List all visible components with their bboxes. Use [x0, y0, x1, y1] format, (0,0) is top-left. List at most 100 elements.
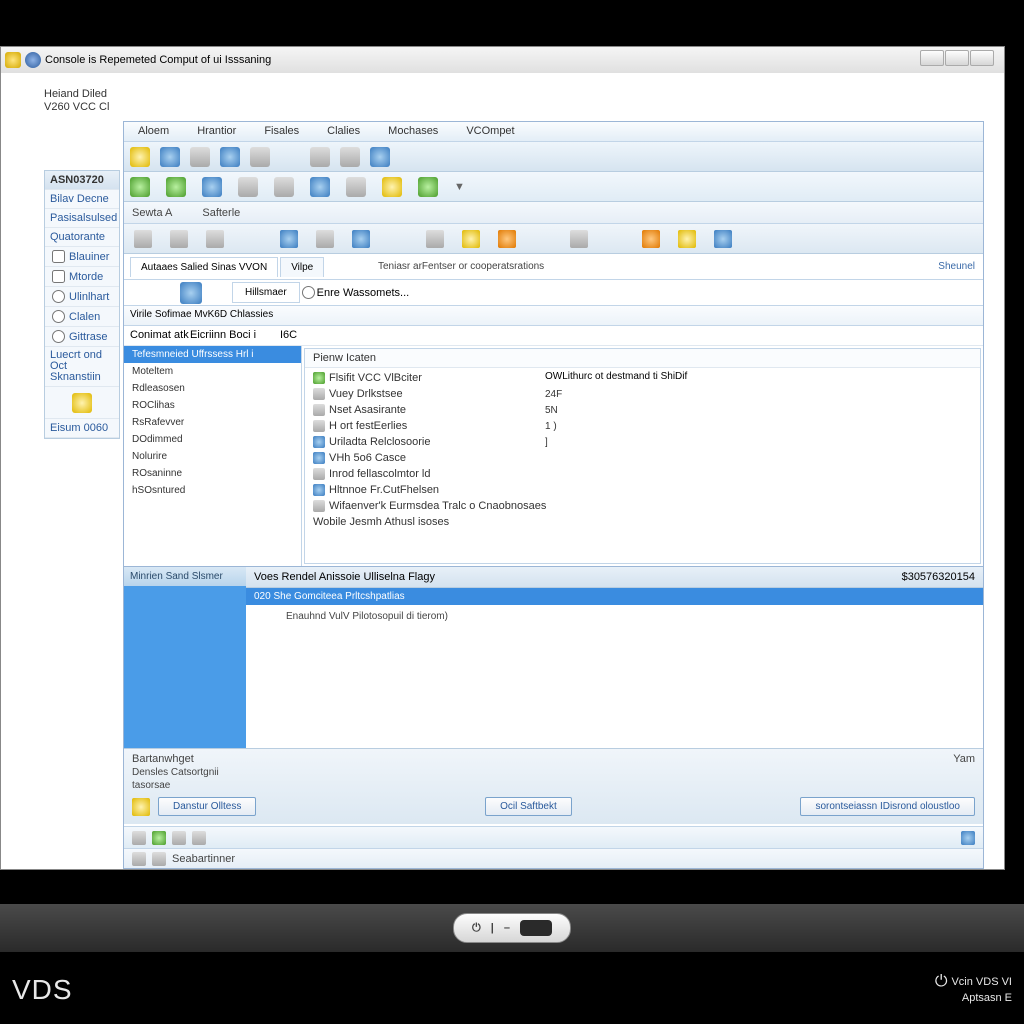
checkbox[interactable]	[52, 270, 65, 283]
prop-icon	[313, 420, 325, 432]
left-list: Tefesmneied Uffrssess Hrl i Moteltem Rdl…	[124, 346, 302, 566]
tool-icon[interactable]	[280, 230, 298, 248]
panel-footer: Eisum 0060	[45, 419, 119, 438]
subtab[interactable]: Hillsmaer	[232, 282, 300, 303]
status-icon[interactable]	[192, 831, 206, 845]
radio-label: Enre Wassomets...	[317, 287, 410, 299]
globe-icon[interactable]	[418, 177, 438, 197]
power-icon[interactable]: ⏻	[472, 922, 481, 935]
menu-item[interactable]: Fisales	[250, 122, 313, 141]
tool-icon[interactable]	[130, 177, 150, 197]
top-left-info: Heiand Diled V260 VCC Cl	[44, 88, 109, 114]
tool-icon[interactable]	[206, 230, 224, 248]
tab-secondary[interactable]: Vilpe	[280, 257, 324, 277]
button-2[interactable]: Ocil Saftbekt	[485, 797, 572, 816]
list-item[interactable]: DOdimmed	[124, 431, 301, 448]
tool-icon[interactable]	[316, 230, 334, 248]
status-icon[interactable]	[152, 831, 166, 845]
tab-main[interactable]: Autaaes Salied Sinas VVON	[130, 257, 278, 277]
content-area: Tefesmneied Uffrssess Hrl i Moteltem Rdl…	[124, 346, 983, 566]
menu-item[interactable]: VCOmpet	[452, 122, 528, 141]
minimize-button[interactable]	[920, 50, 944, 66]
prop-value: ]	[545, 437, 548, 448]
header-amount: $30576320154	[902, 571, 975, 583]
blue-right-header: Voes Rendel Anissoie Ulliselna Flagy $30…	[246, 567, 983, 588]
menu-item[interactable]: Mochases	[374, 122, 452, 141]
tool-icon[interactable]	[426, 230, 444, 248]
status-icon[interactable]	[961, 831, 975, 845]
header-text: Voes Rendel Anissoie Ulliselna Flagy	[254, 571, 435, 583]
selected-row[interactable]: 020 She Gomciteea Prltcshpatlias	[246, 588, 983, 605]
toolbar-2: ▼	[124, 172, 983, 202]
tab-right-link[interactable]: Sheunel	[938, 261, 975, 272]
tool-icon[interactable]	[346, 177, 366, 197]
tool-icon[interactable]	[202, 177, 222, 197]
panel-item[interactable]: Quatorante	[45, 228, 119, 247]
panel-item[interactable]: Pasisalsulsed	[45, 209, 119, 228]
tool-icon[interactable]	[220, 147, 240, 167]
status-icon[interactable]	[172, 831, 186, 845]
menu-item[interactable]: Clalies	[313, 122, 374, 141]
list-item[interactable]: Nolurire	[124, 448, 301, 465]
menu-item[interactable]: Hrantior	[183, 122, 250, 141]
tool-icon[interactable]	[160, 147, 180, 167]
panel-item[interactable]: Blauiner	[45, 247, 119, 267]
menu-item[interactable]: Aloem	[124, 122, 183, 141]
tool-icon[interactable]	[714, 230, 732, 248]
list-item[interactable]: Moteltem	[124, 363, 301, 380]
tool-icon[interactable]	[370, 147, 390, 167]
radio[interactable]	[52, 330, 65, 343]
close-button[interactable]	[970, 50, 994, 66]
group-row[interactable]: Conimat atk Eicriinn Boci i I6C	[124, 326, 983, 346]
radio[interactable]	[52, 310, 65, 323]
button-1[interactable]: Danstur Olltess	[158, 797, 256, 816]
prop-value: 1 )	[545, 421, 557, 432]
pane-header: Pienw Icaten	[305, 349, 980, 368]
prop-label: VHh 5o6 Casce	[329, 452, 406, 464]
sub-row: Hillsmaer Enre Wassomets...	[124, 280, 983, 306]
prop-value: 24F	[545, 389, 562, 400]
panel-radio[interactable]: Gittrase	[45, 327, 119, 347]
col-2: Eicriinn Boci i	[190, 329, 280, 342]
dock-control[interactable]: ⏻ | –	[453, 913, 571, 943]
list-item[interactable]: Rdleasosen	[124, 380, 301, 397]
tool-icon[interactable]	[310, 177, 330, 197]
tool-icon[interactable]	[166, 177, 186, 197]
folder-icon[interactable]	[45, 387, 119, 419]
tool-icon[interactable]	[250, 147, 270, 167]
panel-item[interactable]: Luecrt ond Oct Sknanstiin	[45, 347, 119, 387]
tool-icon[interactable]	[238, 177, 258, 197]
status-icon[interactable]	[132, 831, 146, 845]
list-item[interactable]: RsRafevver	[124, 414, 301, 431]
tool-icon[interactable]	[134, 230, 152, 248]
tool-icon[interactable]	[340, 147, 360, 167]
tool-icon[interactable]	[498, 230, 516, 248]
tool-icon[interactable]	[170, 230, 188, 248]
list-item[interactable]: ROClihas	[124, 397, 301, 414]
tool-icon[interactable]	[642, 230, 660, 248]
pane-info: OWLithurc ot destmand ti ShiDif	[545, 371, 687, 382]
tool-icon[interactable]	[678, 230, 696, 248]
radio[interactable]	[52, 290, 65, 303]
button-3[interactable]: sorontseiassn IDisrond oloustloo	[800, 797, 975, 816]
prop-icon	[313, 452, 325, 464]
tool-icon[interactable]	[570, 230, 588, 248]
list-item[interactable]: hSOsntured	[124, 482, 301, 499]
list-item-selected[interactable]: Tefesmneied Uffrssess Hrl i	[124, 346, 301, 363]
tool-icon[interactable]	[462, 230, 480, 248]
radio-option[interactable]	[302, 286, 315, 299]
tool-icon[interactable]	[190, 147, 210, 167]
checkbox[interactable]	[52, 250, 65, 263]
panel-item[interactable]: Bilav Decne	[45, 190, 119, 209]
panel-radio[interactable]: Ulinlhart	[45, 287, 119, 307]
tool-icon[interactable]	[130, 147, 150, 167]
tool-icon[interactable]	[310, 147, 330, 167]
tool-icon[interactable]	[382, 177, 402, 197]
tool-icon[interactable]	[274, 177, 294, 197]
panel-item[interactable]: Mtorde	[45, 267, 119, 287]
list-item[interactable]: ROsaninne	[124, 465, 301, 482]
maximize-button[interactable]	[945, 50, 969, 66]
panel-radio[interactable]: Clalen	[45, 307, 119, 327]
group-header: Virile Sofimae MvK6D Chlassies	[124, 306, 983, 326]
tool-icon[interactable]	[352, 230, 370, 248]
